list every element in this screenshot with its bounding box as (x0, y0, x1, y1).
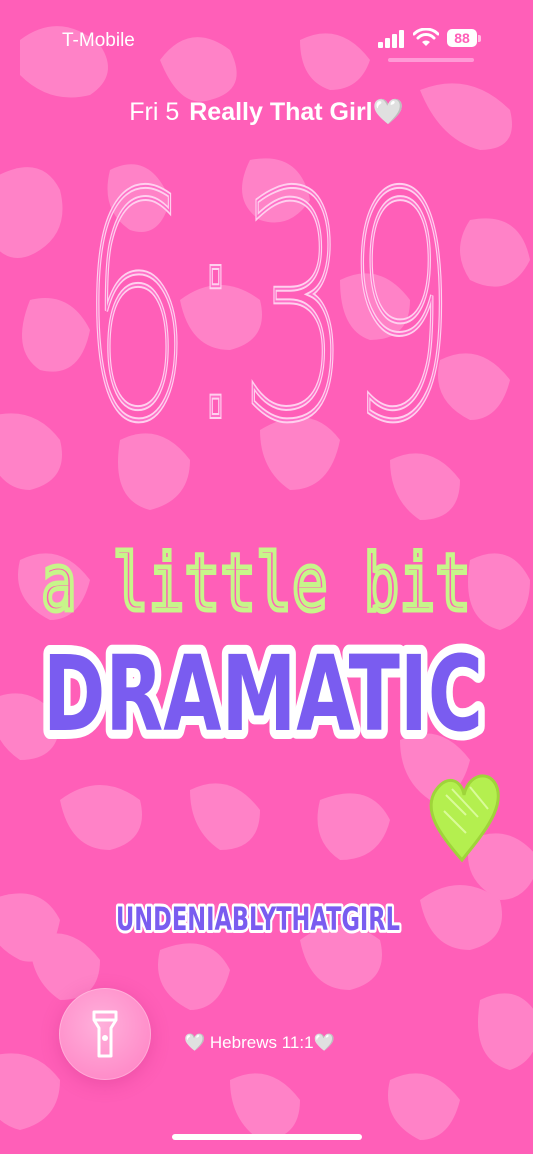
flashlight-button[interactable] (59, 988, 151, 1080)
battery-cap (478, 35, 481, 42)
activity-indicator (388, 58, 474, 62)
clock-time-inner-stroke: 6:39 (81, 129, 451, 438)
status-bar: T-Mobile 88 (0, 0, 533, 80)
wallpaper-artwork: a little bit DRAMATIC DRAMATIC (34, 537, 500, 863)
signal-bars-icon (378, 30, 404, 48)
lockscreen-clock: 6:39 6:39 (78, 126, 462, 438)
username-artwork: UNDENIABLYTHATGIRL UNDENIABLYTHATGIRL (113, 897, 403, 941)
headline-line1: a little bit (41, 539, 471, 629)
wifi-icon (413, 28, 439, 46)
carrier-label: T-Mobile (62, 30, 135, 51)
headline-line2: DRAMATIC (43, 633, 483, 755)
username-text: UNDENIABLYTHATGIRL (116, 900, 400, 938)
battery-icon: 88 (447, 29, 477, 47)
heart-doodle-icon (429, 774, 500, 863)
flashlight-icon (92, 1010, 118, 1058)
verse-widget[interactable]: 🤍 Hebrews 11:1🤍 (184, 1033, 335, 1053)
home-indicator[interactable] (172, 1134, 362, 1140)
